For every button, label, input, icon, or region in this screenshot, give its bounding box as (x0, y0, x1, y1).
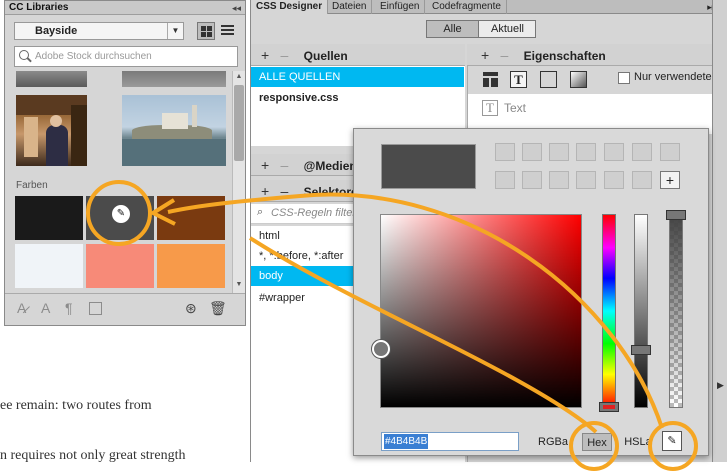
show-used-label: Nur verwendete (634, 71, 712, 83)
creative-cloud-icon[interactable]: ⊛ (185, 300, 197, 317)
list-view-button[interactable] (219, 22, 237, 40)
swatch-slot[interactable] (660, 143, 680, 161)
stock-search-input[interactable]: Adobe Stock durchsuchen (14, 46, 238, 67)
grid-view-button[interactable] (197, 22, 215, 40)
current-color-preview (381, 144, 476, 189)
text-category-icon[interactable]: T (510, 71, 527, 88)
collapse-icon[interactable]: ◂◂ (232, 1, 241, 15)
media-title: @Medien (303, 159, 357, 173)
remove-media-button[interactable]: – (281, 157, 289, 173)
remove-selector-button[interactable]: – (281, 183, 289, 199)
library-scrollbar[interactable]: ▲ ▼ (232, 71, 245, 293)
brightness-slider[interactable] (634, 214, 648, 408)
swatch-slot[interactable] (632, 143, 652, 161)
hue-slider[interactable] (602, 214, 616, 408)
color-swatch[interactable] (15, 196, 83, 240)
alcatraz-photo-thumbnail[interactable] (122, 95, 226, 166)
list-item[interactable]: responsive.css (251, 88, 464, 108)
properties-title: Eigenschaften (523, 49, 606, 63)
color-picker-popup: + #4B4B4B RGBa Hex HSLa ✎ (353, 128, 709, 456)
alpha-slider-handle[interactable] (666, 210, 686, 220)
list-item[interactable]: ALLE QUELLEN (251, 67, 464, 87)
search-placeholder: Adobe Stock durchsuchen (35, 51, 152, 62)
color-swatch[interactable] (86, 244, 154, 288)
paragraph-style-icon[interactable]: ¶ (65, 300, 73, 316)
scrollbar-thumb[interactable] (234, 85, 244, 161)
remove-source-button[interactable]: – (281, 47, 289, 63)
scope-all-button[interactable]: Alle (427, 21, 479, 37)
graphic-thumbnail[interactable] (122, 71, 226, 87)
trash-icon[interactable]: 🗑 (209, 300, 227, 317)
swatch-slot[interactable] (549, 171, 569, 189)
saturation-brightness-field[interactable] (380, 214, 582, 408)
swatch-slot[interactable] (522, 143, 542, 161)
tab-codefragmente[interactable]: Codefragmente (427, 0, 507, 14)
show-used-checkbox[interactable] (618, 72, 630, 84)
property-category-bar: T Nur verwendete (468, 66, 727, 92)
swatch-slot[interactable] (549, 143, 569, 161)
swatch-slot[interactable] (576, 171, 596, 189)
hex-value-input[interactable]: #4B4B4B (381, 432, 519, 451)
brightness-slider-handle[interactable] (631, 345, 651, 355)
library-select[interactable]: Bayside ▼ (14, 22, 184, 40)
panel-tab-bar: CSS Designer Dateien Einfügen Codefragme… (251, 0, 727, 14)
library-select-value: Bayside (35, 25, 78, 37)
graphic-thumbnail[interactable] (16, 71, 87, 87)
panel-title: CC Libraries (9, 2, 69, 13)
add-swatch-button[interactable]: + (660, 171, 680, 189)
properties-header: + – Eigenschaften (467, 44, 727, 66)
expand-right-icon[interactable]: ▶ (717, 380, 724, 391)
color-swatch[interactable] (15, 244, 83, 288)
character-style-icon[interactable]: A (41, 300, 50, 316)
remove-property-button[interactable]: – (501, 47, 509, 63)
swatch-slot[interactable] (604, 143, 624, 161)
mode-rgba-button[interactable]: RGBa (535, 433, 571, 451)
scroll-up-icon[interactable]: ▲ (233, 71, 245, 83)
text-group-icon: T (482, 100, 498, 116)
sources-header: + – Quellen (251, 44, 465, 66)
panel-edge (712, 0, 727, 462)
tab-einfuegen[interactable]: Einfügen (375, 0, 426, 14)
search-icon (19, 50, 29, 60)
border-icon[interactable] (540, 71, 557, 88)
swatch-slot[interactable] (522, 171, 542, 189)
scroll-down-icon[interactable]: ▼ (233, 279, 245, 291)
background-icon[interactable] (570, 71, 587, 88)
colors-section-label: Farben (16, 180, 48, 191)
swatch-slot[interactable] (495, 143, 515, 161)
add-source-button[interactable]: + (261, 47, 269, 63)
chevron-down-icon[interactable]: ▼ (167, 23, 183, 39)
cable-car-photo-thumbnail[interactable] (16, 95, 87, 166)
scope-current-button[interactable]: Aktuell (480, 21, 535, 37)
swatch-slot[interactable] (495, 171, 515, 189)
document-text-line: ee remain: two routes from (0, 398, 152, 413)
color-field-handle[interactable] (372, 340, 390, 358)
tab-css-designer[interactable]: CSS Designer (251, 0, 329, 14)
swatch-slot[interactable] (632, 171, 652, 189)
swatch-slot[interactable] (576, 143, 596, 161)
layout-icon[interactable] (482, 71, 499, 88)
add-property-button[interactable]: + (481, 47, 489, 63)
highlight-ring (569, 421, 619, 471)
panel-footer: A̷ A ¶ ⊛ 🗑 (5, 293, 245, 325)
hex-value-text: #4B4B4B (384, 434, 429, 449)
text-group-label: Text (504, 101, 527, 115)
add-media-button[interactable]: + (261, 157, 269, 173)
tab-dateien[interactable]: Dateien (327, 0, 373, 14)
highlight-ring (648, 421, 698, 471)
add-selector-button[interactable]: + (261, 183, 269, 199)
panel-titlebar[interactable]: CC Libraries ◂◂ (5, 1, 245, 15)
sources-title: Quellen (303, 49, 348, 63)
scope-toggle: Alle Aktuell (426, 20, 536, 38)
search-icon: ⌕ (257, 206, 264, 218)
hue-slider-handle[interactable] (599, 402, 619, 412)
text-style-icon[interactable]: A̷ (17, 300, 26, 316)
graphic-icon[interactable] (89, 302, 102, 315)
alpha-slider[interactable] (669, 214, 683, 408)
swatch-slot[interactable] (604, 171, 624, 189)
filter-placeholder: CSS-Regeln filtern (271, 207, 363, 219)
eyedropper-icon[interactable]: ✎ (112, 205, 130, 223)
color-swatch[interactable] (157, 244, 225, 288)
color-swatch[interactable] (157, 196, 225, 240)
